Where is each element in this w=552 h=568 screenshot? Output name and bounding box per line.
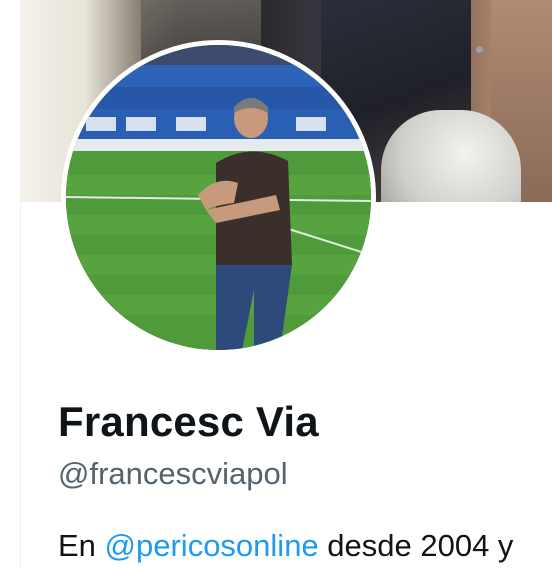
profile-handle: @francescviapol (58, 456, 288, 491)
banner-detail (476, 46, 483, 53)
profile-bio: En @pericosonline desde 2004 y (58, 528, 513, 564)
banner-object (381, 110, 521, 202)
profile-avatar[interactable] (61, 40, 376, 355)
bio-mention-link[interactable]: @pericosonline (105, 528, 319, 563)
avatar-photo (66, 45, 371, 350)
bio-text-prefix: En (58, 528, 105, 563)
profile-name: Francesc Via (58, 398, 319, 445)
bio-text-suffix: desde 2004 y (318, 528, 514, 563)
